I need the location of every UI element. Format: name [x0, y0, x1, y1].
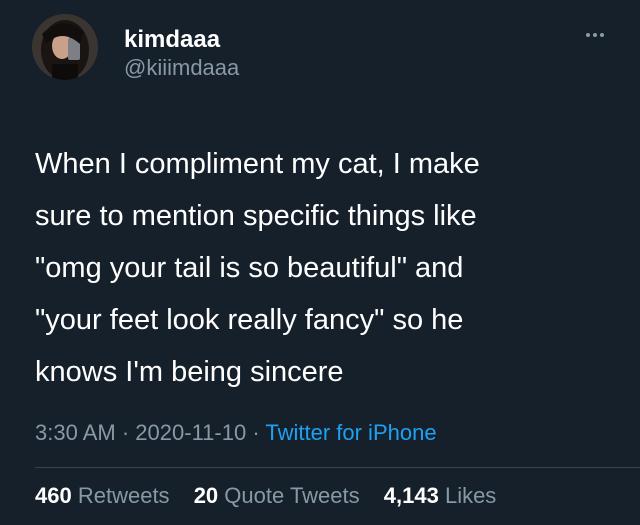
likes-label: Likes: [444, 483, 497, 508]
quote-tweets-count: 20: [193, 483, 219, 508]
tweet-time[interactable]: 3:30 AM: [35, 420, 116, 445]
divider: [35, 467, 640, 468]
tweet-card: kimdaaa @kiiimdaaa When I compliment my …: [0, 0, 640, 525]
display-name[interactable]: kimdaaa: [124, 26, 220, 54]
tweet-source-link[interactable]: Twitter for iPhone: [265, 420, 436, 445]
avatar[interactable]: [32, 14, 98, 80]
likes-count: 4,143: [383, 483, 439, 508]
meta-separator: ·: [252, 420, 260, 445]
quote-tweets-stat[interactable]: 20 Quote Tweets: [194, 483, 360, 508]
tweet-text-line: sure to mention specific things like: [35, 200, 477, 232]
tweet-text-line: "your feet look really fancy" so he: [35, 304, 464, 336]
tweet-stats: 460 Retweets 20 Quote Tweets 4,143 Likes: [35, 483, 514, 509]
tweet-date[interactable]: 2020-11-10: [135, 420, 246, 445]
tweet-text-line: When I compliment my cat, I make: [35, 148, 480, 180]
retweets-count: 460: [35, 483, 72, 508]
tweet-meta: 3:30 AM · 2020-11-10 · Twitter for iPhon…: [35, 420, 437, 446]
tweet-text-line: "omg your tail is so beautiful" and: [35, 252, 464, 284]
avatar-photo: [32, 14, 98, 80]
tweet-text-line: knows I'm being sincere: [35, 356, 344, 388]
retweets-stat[interactable]: 460 Retweets: [35, 483, 170, 508]
user-handle[interactable]: @kiiimdaaa: [124, 55, 239, 81]
likes-stat[interactable]: 4,143 Likes: [384, 483, 497, 508]
retweets-label: Retweets: [77, 483, 170, 508]
tweet-text: When I compliment my cat, I make sure to…: [35, 138, 605, 398]
more-horizontal-icon[interactable]: [582, 28, 608, 42]
meta-separator: ·: [121, 420, 130, 445]
quote-tweets-label: Quote Tweets: [224, 483, 360, 508]
